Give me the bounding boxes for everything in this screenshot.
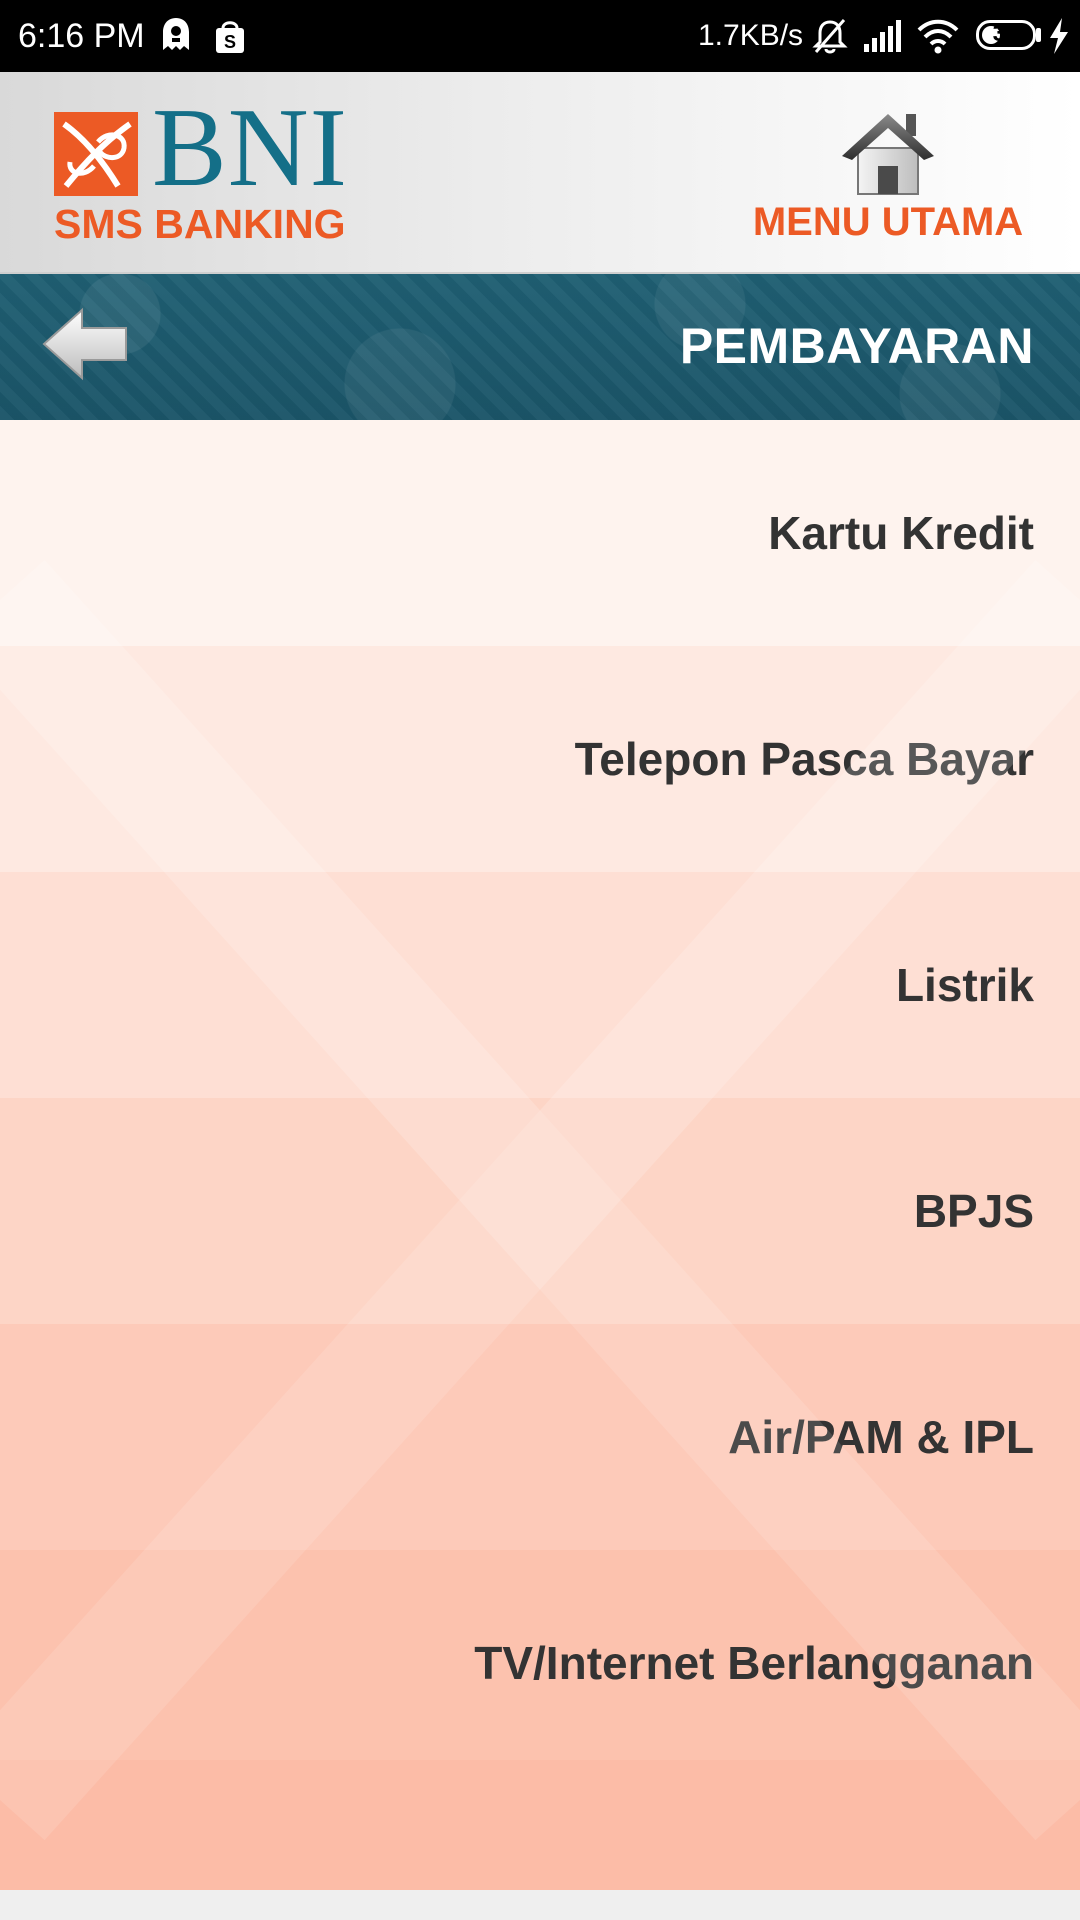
menu-item-tv-internet[interactable]: TV/Internet Berlangganan [0, 1550, 1080, 1776]
notification-app-icon [163, 18, 189, 50]
menu-item-label: TV/Internet Berlangganan [474, 1637, 1034, 1689]
shopping-bag-icon: S [216, 21, 244, 53]
battery-level: 38 [992, 20, 1020, 47]
signal-icon [864, 20, 901, 52]
home-label: MENU UTAMA [752, 200, 1024, 244]
mute-icon [812, 19, 848, 54]
home-icon [842, 114, 934, 195]
battery-cap [1036, 28, 1041, 42]
app-header: BNI SMS BANKING MENU UTAMA [0, 72, 1080, 274]
menu-item-label: Air/PAM & IPL [728, 1411, 1034, 1463]
back-arrow-icon[interactable] [40, 304, 132, 384]
menu-item-label: Telepon Pasca Bayar [574, 733, 1034, 785]
bottom-strip [0, 1890, 1080, 1920]
status-time: 6:16 PM [18, 17, 145, 55]
title-bar: PEMBAYARAN [0, 274, 1080, 420]
menu-item-listrik[interactable]: Listrik [0, 872, 1080, 1098]
home-menu-button[interactable]: MENU UTAMA [730, 108, 1046, 258]
wifi-icon [917, 19, 959, 54]
menu-footer [0, 1760, 1080, 1890]
payment-menu-list: Kartu Kredit Telepon Pasca Bayar Listrik… [0, 420, 1080, 1890]
menu-item-label: BPJS [913, 1185, 1034, 1237]
page-title: PEMBAYARAN [679, 318, 1034, 374]
status-bar: 6:16 PM S 1.7KB/s 38 [0, 0, 1080, 72]
bni-logo-mark-icon [54, 112, 138, 196]
logo-text: BNI [152, 86, 348, 210]
menu-item-kartu-kredit[interactable]: Kartu Kredit [0, 420, 1080, 646]
menu-item-label: Listrik [895, 959, 1034, 1011]
logo-subtitle: SMS BANKING [54, 201, 346, 247]
battery-icon: 38 [976, 20, 1036, 50]
menu-item-bpjs[interactable]: BPJS [0, 1098, 1080, 1324]
charging-icon [1050, 18, 1068, 54]
bni-logo: BNI SMS BANKING [54, 92, 364, 246]
menu-item-label: Kartu Kredit [768, 507, 1034, 559]
network-speed: 1.7KB/s [698, 19, 804, 52]
menu-item-telepon-pasca-bayar[interactable]: Telepon Pasca Bayar [0, 646, 1080, 872]
menu-item-air-pam-ipl[interactable]: Air/PAM & IPL [0, 1324, 1080, 1550]
svg-text:S: S [224, 32, 236, 52]
